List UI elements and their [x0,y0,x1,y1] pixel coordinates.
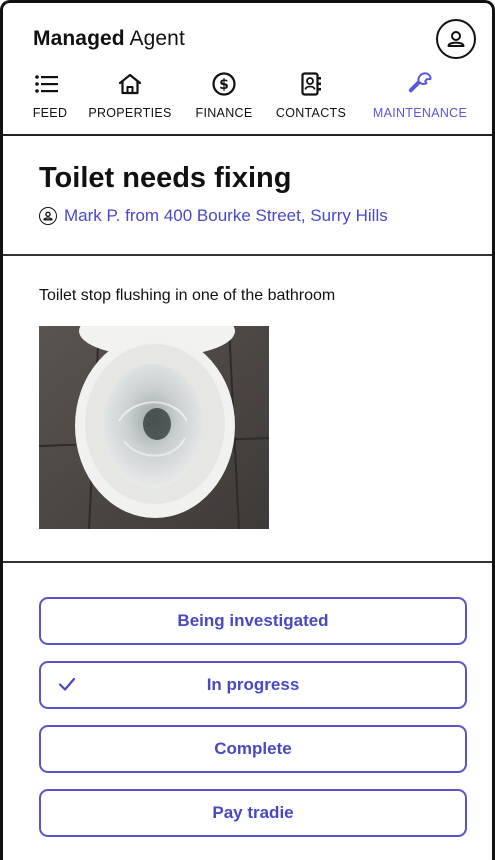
person-icon [447,31,465,47]
brand-bold: Managed [33,27,125,50]
status-button-in-progress[interactable]: In progress [39,661,467,709]
status-actions: Being investigated In progress Complete … [3,563,492,837]
reporter-link[interactable]: Mark P. from 400 Bourke Street, Surry Hi… [64,206,388,226]
nav-item-contacts[interactable]: CONTACTS [271,69,351,120]
contacts-book-icon [301,72,321,96]
status-button-pay-tradie[interactable]: Pay tradie [39,789,467,837]
nav-label-maintenance: MAINTENANCE [372,106,468,120]
brand-regular: Agent [129,27,185,50]
main-nav: FEED PROPERTIES $ FINANCE CONTACTS MAINT… [3,69,492,129]
dollar-icon: $ [212,72,236,96]
nav-item-finance[interactable]: $ FINANCE [191,69,257,120]
reporter-line[interactable]: Mark P. from 400 Bourke Street, Surry Hi… [39,206,388,226]
list-icon [35,75,58,93]
house-icon [118,73,142,95]
nav-item-properties[interactable]: PROPERTIES [85,69,175,120]
nav-item-feed[interactable]: FEED [32,69,68,120]
page-title: Toilet needs fixing [39,162,292,194]
request-photo [39,326,269,529]
nav-label-finance: FINANCE [195,106,253,120]
request-description: Toilet stop flushing in one of the bathr… [39,287,336,304]
nav-item-maintenance[interactable]: MAINTENANCE [367,69,473,120]
status-button-complete[interactable]: Complete [39,725,467,773]
profile-button[interactable] [436,19,476,59]
app-frame: Managed Agent FEED PROPERTIES $ FINANCE … [0,0,495,860]
app-brand: Managed Agent [33,27,185,51]
app-header: Managed Agent FEED PROPERTIES $ FINANCE … [3,3,492,136]
svg-text:$: $ [219,77,229,93]
status-label-in-progress: In progress [206,675,300,694]
request-header: Toilet needs fixing Mark P. from 400 Bou… [3,136,492,256]
person-icon [39,207,57,225]
wrench-icon [408,72,432,93]
nav-label-feed: FEED [32,106,68,120]
request-details: Toilet stop flushing in one of the bathr… [3,256,492,563]
status-button-being-investigated[interactable]: Being investigated [39,597,467,645]
nav-label-properties: PROPERTIES [88,106,172,120]
checkmark-icon [58,677,76,691]
nav-label-contacts: CONTACTS [275,106,347,120]
